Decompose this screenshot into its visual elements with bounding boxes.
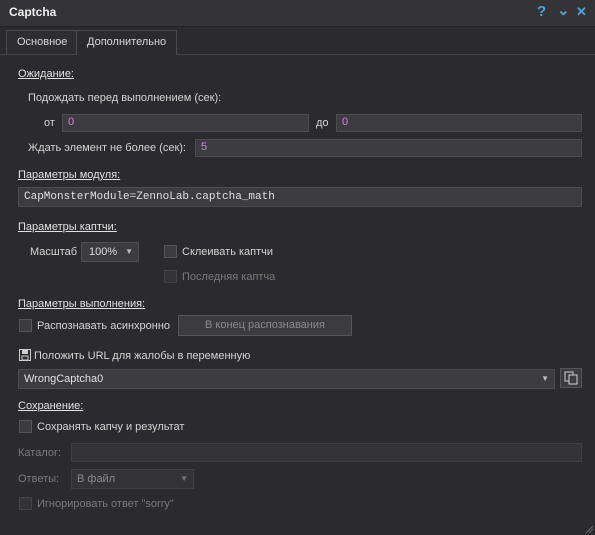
wait-before-label: Подождать перед выполнением (сек): [28,92,222,104]
captcha-section-title: Параметры каптчи: [18,221,117,233]
complaint-variable-select[interactable]: WrongCaptcha0 ▼ [18,369,555,389]
scale-label: Масштаб [30,246,78,258]
to-label: до [316,117,329,129]
ignore-sorry-checkbox[interactable] [19,497,32,510]
waiting-section-title: Ожидание: [18,68,74,80]
close-icon[interactable]: ✕ [576,4,587,20]
save-captcha-label: Сохранять капчу и результат [37,421,185,433]
tab-bar: Основное Дополнительно [0,27,595,55]
answers-label: Ответы: [18,473,60,485]
copy-icon [564,371,578,385]
async-checkbox[interactable] [19,319,32,332]
tab-additional[interactable]: Дополнительно [76,30,178,55]
chevron-down-icon: ▼ [180,474,188,483]
module-section-title: Параметры модуля: [18,169,121,181]
pin-icon[interactable]: ⌄ [557,1,570,19]
to-end-of-recognition-button[interactable]: В конец распознавания [178,315,352,336]
catalog-label: Каталог: [18,447,62,459]
wait-from-input[interactable]: 0 [62,114,309,132]
answers-select[interactable]: В файл ▼ [71,469,194,489]
execution-section-title: Параметры выполнения: [18,298,146,310]
help-icon[interactable]: ? [537,3,546,20]
answers-value: В файл [77,473,116,485]
last-captcha-label: Последняя каптча [182,271,276,283]
save-disk-icon [19,349,31,361]
module-params-input[interactable]: CapMonsterModule=ZennoLab.captcha_math [18,187,582,207]
from-label: от [44,117,55,129]
complaint-variable-value: WrongCaptcha0 [24,373,104,385]
ignore-sorry-label: Игнорировать ответ "sorry" [37,498,174,510]
chevron-down-icon: ▼ [125,247,133,256]
scale-select[interactable]: 100% ▼ [81,242,139,262]
merge-captcha-checkbox[interactable] [164,245,177,258]
last-captcha-checkbox[interactable] [164,270,177,283]
save-captcha-checkbox[interactable] [19,420,32,433]
tab-main[interactable]: Основное [6,30,79,54]
scale-value: 100% [89,246,118,258]
wait-element-label: Ждать элемент не более (сек): [28,142,186,154]
saving-section-title: Сохранение: [18,400,84,412]
copy-variable-button[interactable] [560,368,582,388]
chevron-down-icon: ▼ [541,374,549,383]
wait-element-input[interactable]: 5 [195,139,582,157]
async-label: Распознавать асинхронно [37,320,171,332]
resize-grip-icon[interactable] [584,524,594,534]
window-title: Captcha [9,5,57,19]
wait-to-input[interactable]: 0 [336,114,582,132]
complaint-url-label: Положить URL для жалобы в переменную [34,350,251,362]
catalog-input[interactable] [71,443,582,462]
title-bar: Captcha ? ⌄ ✕ [0,0,595,27]
merge-captcha-label: Склеивать каптчи [182,246,274,258]
